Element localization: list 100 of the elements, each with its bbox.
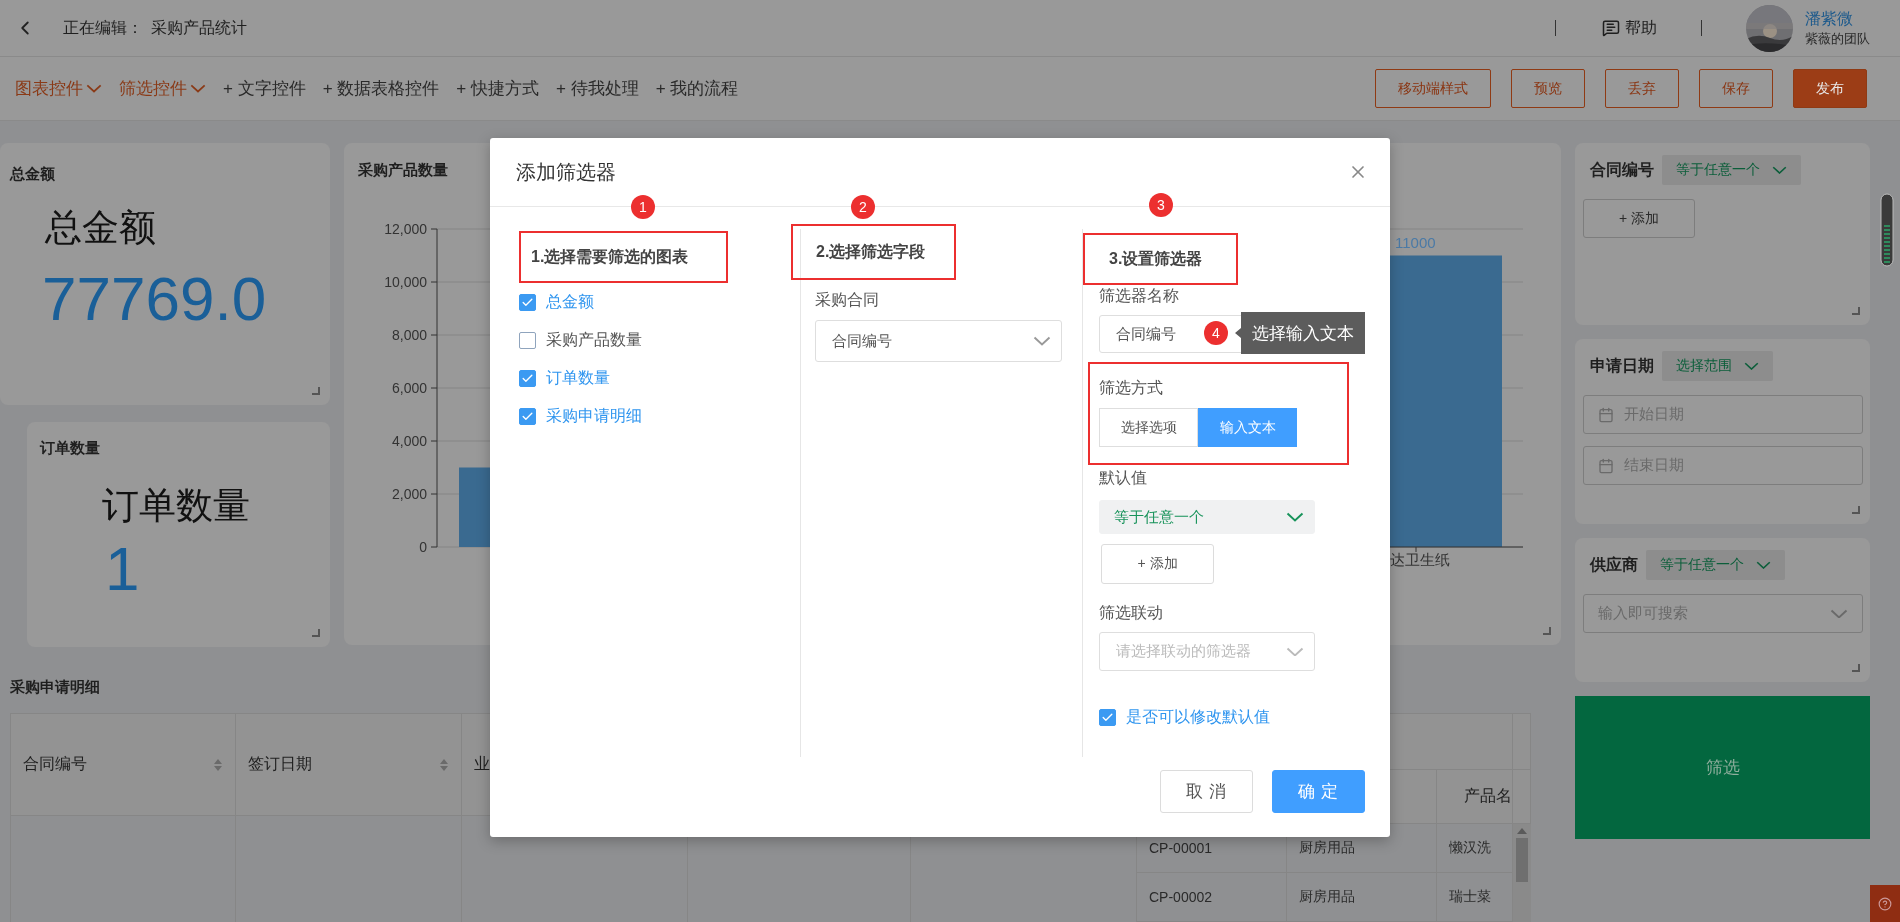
step-heading: 2.选择筛选字段 (791, 224, 956, 280)
toolbar-menu[interactable]: + 快捷方式 (456, 77, 539, 100)
toolbar-menu[interactable]: 筛选控件 (119, 77, 206, 100)
dialog-button[interactable]: 确 定 (1272, 770, 1365, 813)
tick-label: 12,000 (384, 221, 427, 237)
chevron-down-icon (1744, 361, 1759, 371)
editable-checkbox[interactable]: 是否可以修改默认值 (1099, 698, 1270, 736)
checkbox[interactable] (519, 331, 536, 349)
resize-handle-icon[interactable] (1543, 627, 1551, 635)
sort-icon[interactable] (213, 757, 223, 772)
chevron-down-icon (1033, 336, 1051, 346)
chart-checkbox[interactable]: 采购产品数量 (519, 321, 642, 359)
table-cell: 厨房用品 (1287, 873, 1437, 922)
user-name[interactable]: 潘紫微 (1805, 8, 1900, 30)
help-icon (1878, 896, 1892, 911)
field-label: 筛选方式 (1099, 378, 1164, 398)
step-badge: 3 (1149, 193, 1173, 217)
table-title: 采购申请明细 (9, 678, 101, 697)
help-button[interactable] (1870, 885, 1900, 922)
toolbar-menu[interactable]: 图表控件 (15, 77, 102, 100)
checkbox[interactable] (519, 293, 536, 311)
scroll-thumb[interactable] (1516, 838, 1528, 882)
card-title: 订单数量 (38, 438, 101, 458)
toolbar-button[interactable]: 移动端样式 (1375, 69, 1491, 108)
chart-checkbox[interactable]: 订单数量 (519, 359, 610, 397)
page-title: 采购产品统计 (151, 17, 247, 38)
metric-label: 订单数量 (102, 484, 251, 528)
add-button[interactable]: + 添加 (1583, 199, 1695, 238)
mode-tab[interactable]: 输入文本 (1198, 408, 1297, 447)
tick-label: 2,000 (391, 486, 427, 502)
calendar-icon (1598, 457, 1614, 474)
step-badge: 1 (631, 195, 655, 219)
sort-icon[interactable] (439, 757, 449, 772)
field-label: 筛选器名称 (1099, 286, 1179, 306)
toolbar-button[interactable]: 保存 (1699, 69, 1773, 108)
tick-label: 8,000 (391, 327, 427, 343)
tick-label: 4,000 (391, 433, 427, 449)
checkbox-label: 采购申请明细 (546, 405, 642, 426)
resize-handle-icon[interactable] (312, 629, 320, 637)
chevron-down-icon (190, 84, 206, 93)
toolbar-menu[interactable]: + 数据表格控件 (322, 77, 440, 100)
help-link[interactable]: 帮助 (1602, 17, 1657, 39)
dialog-button[interactable]: 取 消 (1160, 770, 1253, 813)
checkbox-label: 总金额 (546, 291, 594, 312)
value-label: 11000 (1395, 233, 1436, 251)
mode-dropdown[interactable]: 选择范围 (1662, 351, 1773, 381)
add-button[interactable]: + 添加 (1101, 544, 1214, 584)
filter-label: 合同编号 (1590, 159, 1654, 180)
filter-button[interactable]: 筛选 (1575, 696, 1870, 839)
team-name: 紫薇的团队 (1805, 30, 1871, 48)
toolbar-button[interactable]: 丢弃 (1605, 69, 1679, 108)
scroll-thumb[interactable] (1880, 193, 1894, 267)
card-title: 总金额 (8, 164, 56, 184)
resize-handle-icon[interactable] (1852, 664, 1860, 672)
table-cell: CP-00002 (1137, 873, 1287, 922)
column-header[interactable]: 合同编号 (11, 714, 236, 816)
checkbox[interactable] (519, 369, 536, 387)
checkbox[interactable] (1099, 708, 1116, 726)
field-label: 采购合同 (815, 290, 879, 310)
link-select[interactable]: 请选择联动的筛选器 (1099, 632, 1315, 671)
resize-handle-icon[interactable] (1852, 506, 1860, 514)
column-header[interactable]: 签订日期 (236, 714, 462, 816)
mode-dropdown[interactable]: 等于任意一个 (1099, 500, 1315, 534)
filter-label: 申请日期 (1590, 355, 1654, 376)
dialog-title: 添加筛选器 (516, 159, 616, 185)
chevron-down-icon (86, 84, 102, 93)
checkbox-label: 是否可以修改默认值 (1126, 706, 1270, 727)
category-label: 达卫生纸 (1390, 551, 1450, 568)
toolbar-menu[interactable]: + 待我处理 (555, 77, 639, 100)
toolbar-button[interactable]: 发布 (1793, 69, 1867, 108)
filter-label: 供应商 (1590, 554, 1638, 575)
checkbox-label: 订单数量 (546, 367, 610, 388)
placeholder: 请选择联动的筛选器 (1116, 642, 1251, 661)
mode-dropdown[interactable]: 等于任意一个 (1646, 550, 1785, 580)
toolbar-button[interactable]: 预览 (1511, 69, 1585, 108)
message-icon (1602, 19, 1620, 37)
tooltip: 选择输入文本 (1235, 312, 1365, 354)
resize-handle-icon[interactable] (1852, 307, 1860, 315)
column-header[interactable]: 产品名 (1437, 770, 1513, 824)
calendar-icon (1598, 406, 1614, 423)
chart-checkbox[interactable]: 总金额 (519, 283, 594, 321)
checkbox-label: 采购产品数量 (546, 329, 642, 350)
step-badge: 2 (851, 195, 875, 219)
chevron-down-icon (1756, 560, 1771, 570)
tick-label: 6,000 (391, 380, 427, 396)
field-select[interactable]: 合同编号 (815, 320, 1062, 362)
field-label: 筛选联动 (1099, 603, 1163, 623)
checkbox[interactable] (519, 407, 536, 425)
scroll-up-icon[interactable] (1517, 828, 1527, 834)
mode-dropdown[interactable]: 等于任意一个 (1662, 155, 1801, 185)
field-label: 默认值 (1099, 468, 1147, 488)
chart-checkbox[interactable]: 采购申请明细 (519, 397, 642, 435)
toolbar-menu[interactable]: + 文字控件 (223, 77, 306, 100)
tick-label: 0 (419, 539, 427, 555)
chevron-down-icon (1286, 646, 1304, 657)
editing-label: 正在编辑： (63, 17, 143, 38)
chevron-down-icon (1830, 608, 1848, 619)
mode-tab[interactable]: 选择选项 (1099, 408, 1198, 447)
toolbar-menu[interactable]: + 我的流程 (655, 77, 739, 100)
resize-handle-icon[interactable] (312, 387, 320, 395)
